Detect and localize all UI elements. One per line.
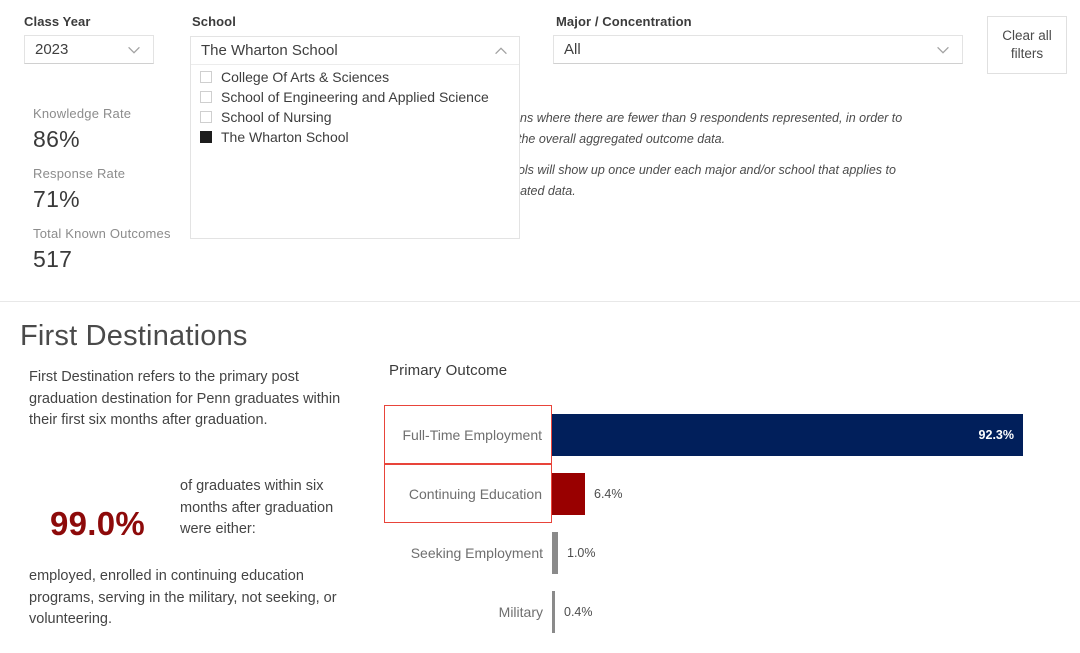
- school-option-label: School of Nursing: [221, 109, 332, 125]
- checkbox-icon[interactable]: [200, 111, 212, 123]
- clear-all-filters-button[interactable]: Clear all filters: [987, 16, 1067, 74]
- school-option-label: College Of Arts & Sciences: [221, 69, 390, 85]
- kpi-label: Total Known Outcomes: [33, 226, 171, 241]
- chevron-down-icon: [937, 46, 949, 54]
- chart-value-label: 1.0%: [567, 545, 596, 560]
- chart-value-label: 0.4%: [564, 604, 593, 619]
- major-select[interactable]: All: [553, 35, 963, 64]
- chart-title: Primary Outcome: [389, 362, 508, 379]
- chart-bar-area: 92.3%: [552, 405, 1044, 464]
- class-year-value: 2023: [35, 41, 69, 58]
- chart-value-label: 92.3%: [978, 427, 1014, 442]
- chart-bar-area: 6.4%: [552, 464, 1044, 523]
- kpi-label: Response Rate: [33, 166, 126, 181]
- kpi-value: 517: [33, 246, 73, 272]
- first-destination-description: First Destination refers to the primary …: [29, 369, 341, 428]
- kpi-value: 71%: [33, 186, 80, 212]
- chart-category-label: Seeking Employment: [410, 544, 543, 561]
- major-value: All: [564, 41, 581, 58]
- chart-bar-area: 1.0%: [552, 523, 1044, 582]
- school-value: The Wharton School: [201, 42, 338, 59]
- class-year-label: Class Year: [24, 14, 91, 29]
- chart-category-seeking-employment[interactable]: Seeking Employment: [384, 523, 552, 582]
- big-stat-value: 99.0%: [50, 505, 146, 542]
- major-label: Major / Concentration: [556, 14, 692, 29]
- big-stat-tail-text: employed, enrolled in continuing educati…: [29, 568, 337, 627]
- kpi-label: Knowledge Rate: [33, 106, 132, 121]
- chart-value-label: 6.4%: [594, 486, 623, 501]
- kpi-response-rate: Response Rate 71%: [33, 166, 125, 213]
- kpi-value: 86%: [33, 126, 80, 152]
- checkbox-checked-icon[interactable]: [200, 131, 212, 143]
- school-label: School: [192, 14, 236, 29]
- clear-all-filters-label: Clear all filters: [1002, 28, 1052, 61]
- chart-bar[interactable]: [552, 531, 558, 574]
- checkbox-icon[interactable]: [200, 91, 212, 103]
- school-select[interactable]: The Wharton School: [191, 37, 519, 65]
- school-option-label: The Wharton School: [221, 129, 349, 145]
- chart-category-label: Full-Time Employment: [402, 426, 542, 443]
- school-option-wharton[interactable]: The Wharton School: [191, 127, 519, 147]
- chart-row: Full-Time Employment 92.3%: [384, 405, 1044, 464]
- dashboard-page: Class Year 2023 School Major / Concentra…: [0, 0, 1080, 653]
- chart-bar[interactable]: [552, 472, 585, 515]
- chart-row: Military 0.4%: [384, 582, 1044, 641]
- class-year-select[interactable]: 2023: [24, 35, 154, 64]
- school-option-list: College Of Arts & Sciences School of Eng…: [191, 65, 519, 147]
- school-option-college[interactable]: College Of Arts & Sciences: [191, 67, 519, 87]
- chevron-up-icon: [495, 46, 507, 54]
- chart-bar[interactable]: [552, 590, 555, 633]
- chart-category-label: Continuing Education: [408, 485, 542, 502]
- chart-bar[interactable]: 92.3%: [552, 413, 1023, 456]
- chart-bar-area: 0.4%: [552, 582, 1044, 641]
- kpi-total-known-outcomes: Total Known Outcomes 517: [33, 226, 171, 273]
- chart-category-continuing-education[interactable]: Continuing Education: [384, 464, 552, 523]
- page-title: First Destinations: [20, 320, 248, 352]
- chart-category-military[interactable]: Military: [384, 582, 552, 641]
- chart-row: Seeking Employment 1.0%: [384, 523, 1044, 582]
- chart-category-label: Military: [498, 603, 543, 620]
- checkbox-icon[interactable]: [200, 71, 212, 83]
- big-stat-lead-text: of graduates within six months after gra…: [180, 478, 334, 537]
- school-option-label: School of Engineering and Applied Scienc…: [221, 89, 489, 105]
- section-divider: [0, 301, 1080, 302]
- school-option-nursing[interactable]: School of Nursing: [191, 107, 519, 127]
- chart-row: Continuing Education 6.4%: [384, 464, 1044, 523]
- primary-outcome-chart: Full-Time Employment 92.3% Continuing Ed…: [384, 405, 1044, 641]
- chevron-down-icon: [128, 46, 140, 54]
- school-option-engineering[interactable]: School of Engineering and Applied Scienc…: [191, 87, 519, 107]
- chart-category-full-time-employment[interactable]: Full-Time Employment: [384, 405, 552, 464]
- school-dropdown-panel: The Wharton School College Of Arts & Sci…: [190, 36, 520, 239]
- kpi-knowledge-rate: Knowledge Rate 86%: [33, 106, 131, 153]
